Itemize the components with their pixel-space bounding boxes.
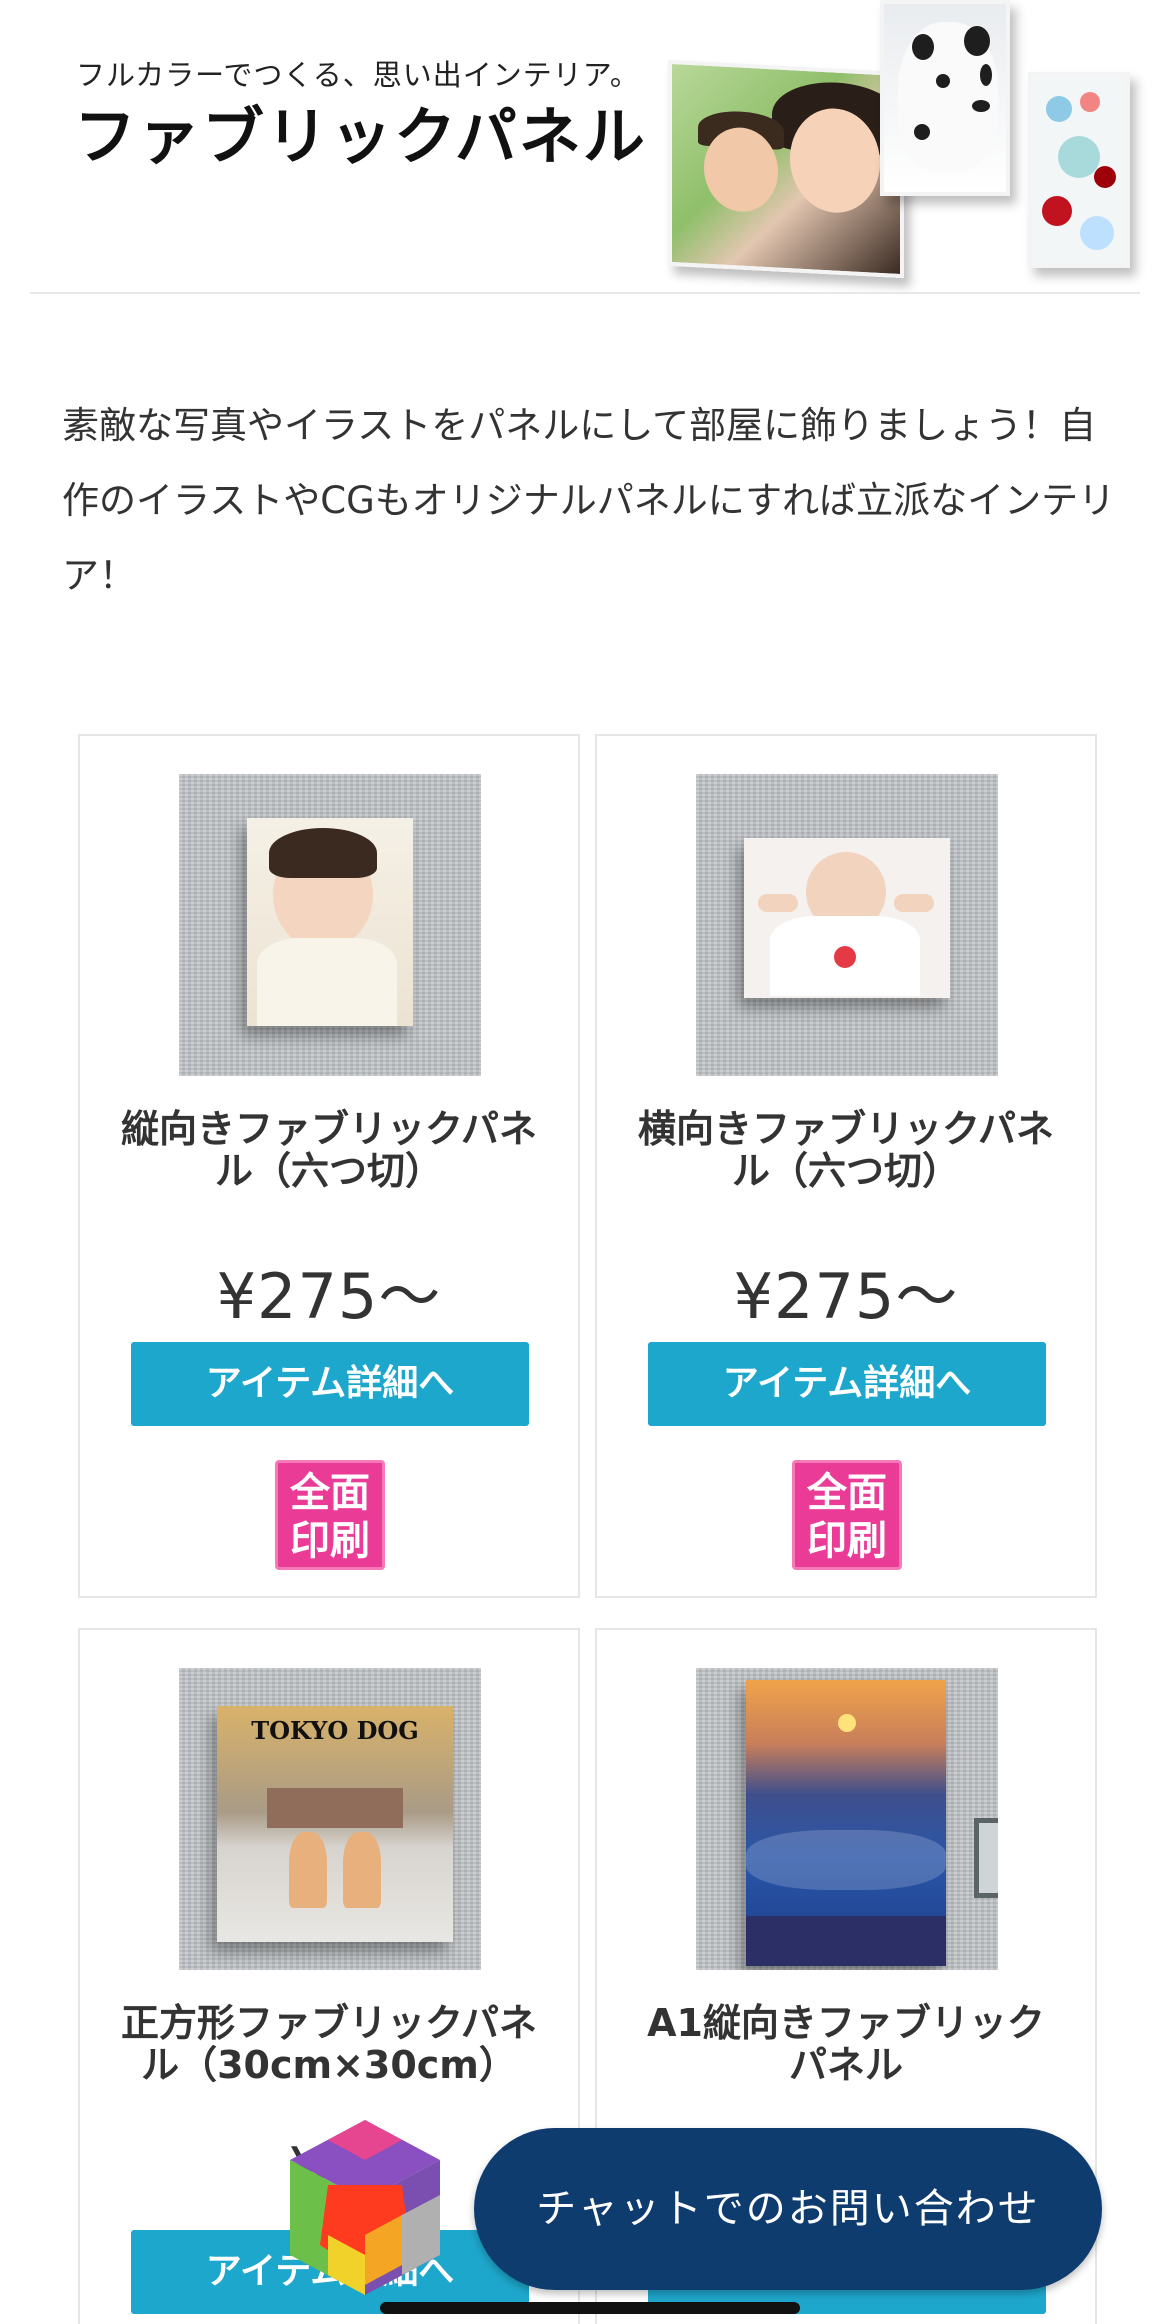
banner-title: ファブリックパネル bbox=[74, 100, 647, 173]
header-banner: フルカラーでつくる、思い出インテリア。 ファブリックパネル bbox=[0, 0, 1170, 290]
banner-divider bbox=[30, 292, 1140, 294]
full-print-badge: 全面 印刷 bbox=[275, 1460, 385, 1570]
full-print-badge: 全面 印刷 bbox=[792, 1460, 902, 1570]
intro-text: 素敵な写真やイラストをパネルにして部屋に飾りましょう！自作のイラストやCGもオリ… bbox=[62, 404, 1116, 597]
product-name: 正方形ファブリックパネ ル（30cm×30cm） bbox=[120, 2001, 538, 2087]
home-indicator bbox=[380, 2302, 800, 2314]
chat-cube-icon[interactable] bbox=[280, 2115, 450, 2305]
banner-photo-illustration bbox=[1028, 72, 1130, 268]
product-price: ¥275～ bbox=[733, 1260, 959, 1333]
product-name: 縦向きファブリックパネ ル（六つ切） bbox=[120, 1107, 538, 1193]
page: フルカラーでつくる、思い出インテリア。 ファブリックパネル 素敵な写真やイラスト… bbox=[0, 0, 1170, 2324]
banner-photo-dalmatian bbox=[880, 0, 1010, 196]
product-card: 横向きファブリックパネ ル（六つ切） ¥275～ アイテム詳細へ 全面 印刷 bbox=[595, 734, 1097, 1598]
product-image bbox=[179, 774, 481, 1076]
product-image bbox=[696, 774, 998, 1076]
banner-photo-mother-child bbox=[668, 59, 904, 279]
product-name: A1縦向きファブリック パネル bbox=[647, 2001, 1045, 2087]
product-price: ¥275～ bbox=[216, 1260, 442, 1333]
item-detail-button[interactable]: アイテム詳細へ bbox=[131, 1342, 529, 1426]
product-image bbox=[696, 1668, 998, 1970]
item-detail-button[interactable]: アイテム詳細へ bbox=[648, 1342, 1046, 1426]
product-card: 縦向きファブリックパネ ル（六つ切） ¥275～ アイテム詳細へ 全面 印刷 bbox=[78, 734, 580, 1598]
chat-inquiry-button[interactable]: チャットでのお問い合わせ bbox=[474, 2128, 1102, 2290]
product-name: 横向きファブリックパネ ル（六つ切） bbox=[637, 1107, 1055, 1193]
product-image-caption: TOKYO DOG bbox=[251, 1716, 419, 1745]
product-image: TOKYO DOG bbox=[179, 1668, 481, 1970]
